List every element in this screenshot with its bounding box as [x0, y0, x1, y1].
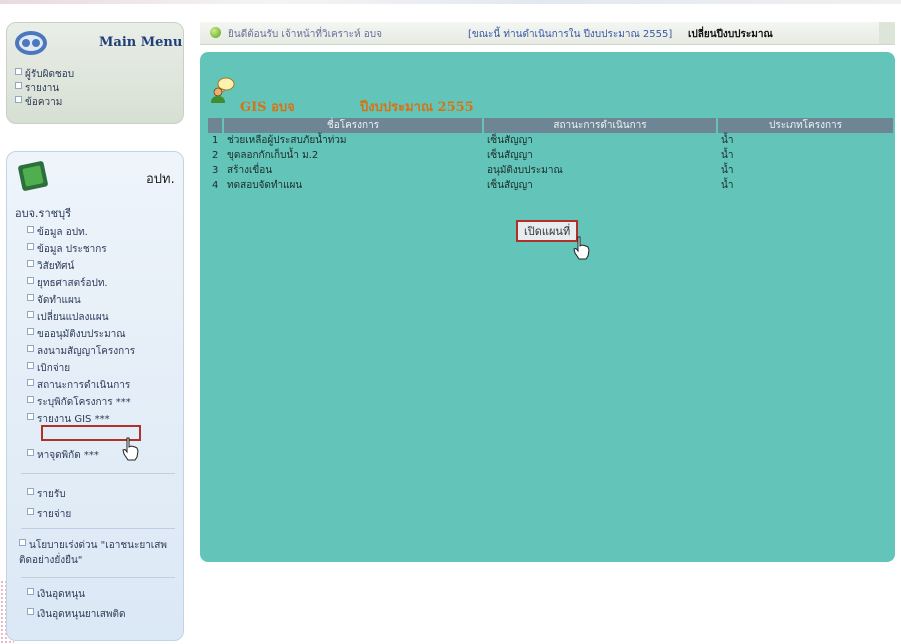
org-item-project-coords[interactable]: ระบุพิกัดโครงการ *** [27, 395, 131, 410]
org-item-status[interactable]: สถานะการดำเนินการ [27, 378, 130, 393]
project-status: เซ็นสัญญา [487, 135, 533, 146]
bullet-icon [27, 328, 34, 335]
bullet-icon [27, 588, 34, 595]
bullet-icon [27, 243, 34, 250]
gis-user-icon [211, 77, 235, 103]
top-decoration [0, 0, 901, 4]
org-item-make-plan[interactable]: จัดทำแผน [27, 293, 81, 308]
main-menu-panel: Main Menu ผู้รับผิดชอบ รายงาน ข้อความ [6, 22, 184, 124]
bullet-icon [27, 413, 34, 420]
bullet-icon [27, 345, 34, 352]
project-status: เซ็นสัญญา [487, 180, 533, 191]
bullet-icon [27, 362, 34, 369]
status-dot-icon [210, 27, 221, 38]
bullet-icon [27, 260, 34, 267]
project-type: น้ำ [721, 150, 734, 161]
org-item-drug-policy[interactable]: นโยบายเร่งด่วน "เอาชนะยาเสพติดอย่างยั่งย… [19, 538, 179, 568]
bullet-icon [27, 277, 34, 284]
org-item-drug-subsidy[interactable]: เงินอุดหนุนยาเสพติด [27, 607, 125, 622]
gis-year: ปีงบประมาณ 2555 [360, 100, 474, 115]
bullet-icon [15, 82, 22, 89]
row-number: 1 [212, 135, 219, 146]
project-type: น้ำ [721, 180, 734, 191]
row-number: 2 [212, 150, 219, 161]
row-number: 4 [212, 180, 219, 191]
project-status: เซ็นสัญญา [487, 150, 533, 161]
org-item-subsidy[interactable]: เงินอุดหนุน [27, 587, 85, 602]
project-type: น้ำ [721, 135, 734, 146]
separator [21, 577, 175, 578]
bullet-icon [27, 488, 34, 495]
org-menu-panel: อปท. อบจ.ราชบุรี ข้อมูล อปท. ข้อมูล ประช… [6, 151, 184, 641]
topbar-end-cap [879, 22, 895, 44]
row-number: 3 [212, 165, 219, 176]
separator [21, 528, 175, 529]
main-menu-title: Main Menu [99, 35, 183, 50]
project-name: ช่วยเหลือผู้ประสบภัยน้ำท่วม [227, 135, 347, 146]
org-item-population[interactable]: ข้อมูล ประชากร [27, 242, 107, 257]
hand-cursor-icon [573, 236, 590, 260]
column-header-status: สถานะการดำเนินการ [482, 118, 717, 133]
org-item-sign-contract[interactable]: ลงนามสัญญาโครงการ [27, 344, 135, 359]
bullet-icon [27, 396, 34, 403]
current-year-text: [ขณะนี้ ท่านดำเนินการใน ปีงบประมาณ 2555] [468, 29, 673, 40]
bullet-icon [15, 68, 22, 75]
org-item-disbursement[interactable]: เบิกจ่าย [27, 361, 70, 376]
table-row[interactable]: 4 ทดสอบจัดทำแผน เซ็นสัญญา น้ำ [208, 178, 893, 193]
org-item-change-plan[interactable]: เปลี่ยนแปลงแผน [27, 310, 109, 325]
org-item-find-coords[interactable]: หาจุดพิกัด *** [27, 448, 99, 463]
bullet-icon [27, 311, 34, 318]
menu-item-message[interactable]: ข้อความ [15, 95, 62, 110]
org-logo-icon [18, 161, 48, 191]
menu-item-report[interactable]: รายงาน [15, 81, 59, 96]
project-name: ขุดลอกกักเก็บน้ำ ม.2 [227, 150, 319, 161]
separator [21, 473, 175, 474]
gis-report-panel: GIS อบจ ปีงบประมาณ 2555 ชื่อโครงการ สถาน… [200, 52, 895, 562]
welcome-text: ยินดีต้อนรับ เจ้าหน้าที่วิเคราะห์ อบจ [228, 29, 383, 40]
table-row[interactable]: 3 สร้างเขื่อน อนุมัติงบประมาณ น้ำ [208, 163, 893, 178]
org-item-info[interactable]: ข้อมูล อปท. [27, 225, 88, 240]
open-map-button[interactable]: เปิดแผนที่ [516, 220, 579, 242]
bullet-icon [27, 379, 34, 386]
org-item-expense[interactable]: รายจ่าย [27, 507, 71, 522]
org-item-income[interactable]: รายรับ [27, 487, 66, 502]
column-header-no [208, 118, 223, 133]
project-name: สร้างเขื่อน [227, 165, 273, 176]
project-status: อนุมัติงบประมาณ [487, 165, 563, 176]
main-menu-logo-icon [15, 31, 47, 55]
org-panel-title: อปท. [146, 172, 175, 187]
column-header-type: ประเภทโครงการ [716, 118, 893, 133]
column-header-name: ชื่อโครงการ [222, 118, 483, 133]
project-name: ทดสอบจัดทำแผน [227, 180, 303, 191]
change-year-link[interactable]: เปลี่ยนปีงบประมาณ [688, 27, 773, 42]
province-label: อบจ.ราชบุรี [15, 207, 71, 220]
top-status-bar: ยินดีต้อนรับ เจ้าหน้าที่วิเคราะห์ อบจ [ข… [200, 22, 895, 45]
hand-cursor-icon [122, 437, 139, 461]
bullet-icon [19, 539, 26, 546]
table-row[interactable]: 1 ช่วยเหลือผู้ประสบภัยน้ำท่วม เซ็นสัญญา … [208, 133, 893, 148]
bullet-icon [27, 608, 34, 615]
project-type: น้ำ [721, 165, 734, 176]
org-item-budget-request[interactable]: ขออนุมัติงบประมาณ [27, 327, 126, 342]
table-header-row: ชื่อโครงการ สถานะการดำเนินการ ประเภทโครง… [208, 118, 893, 133]
project-table: ชื่อโครงการ สถานะการดำเนินการ ประเภทโครง… [208, 118, 893, 193]
menu-item-responsible[interactable]: ผู้รับผิดชอบ [15, 67, 74, 82]
gis-title: GIS อบจ [240, 100, 295, 115]
bullet-icon [27, 294, 34, 301]
org-item-vision[interactable]: วิสัยทัศน์ [27, 259, 74, 274]
bullet-icon [27, 226, 34, 233]
org-item-strategy[interactable]: ยุทธศาสตร์อปท. [27, 276, 108, 291]
bullet-icon [15, 96, 22, 103]
table-row[interactable]: 2 ขุดลอกกักเก็บน้ำ ม.2 เซ็นสัญญา น้ำ [208, 148, 893, 163]
bullet-icon [27, 449, 34, 456]
bullet-icon [27, 508, 34, 515]
